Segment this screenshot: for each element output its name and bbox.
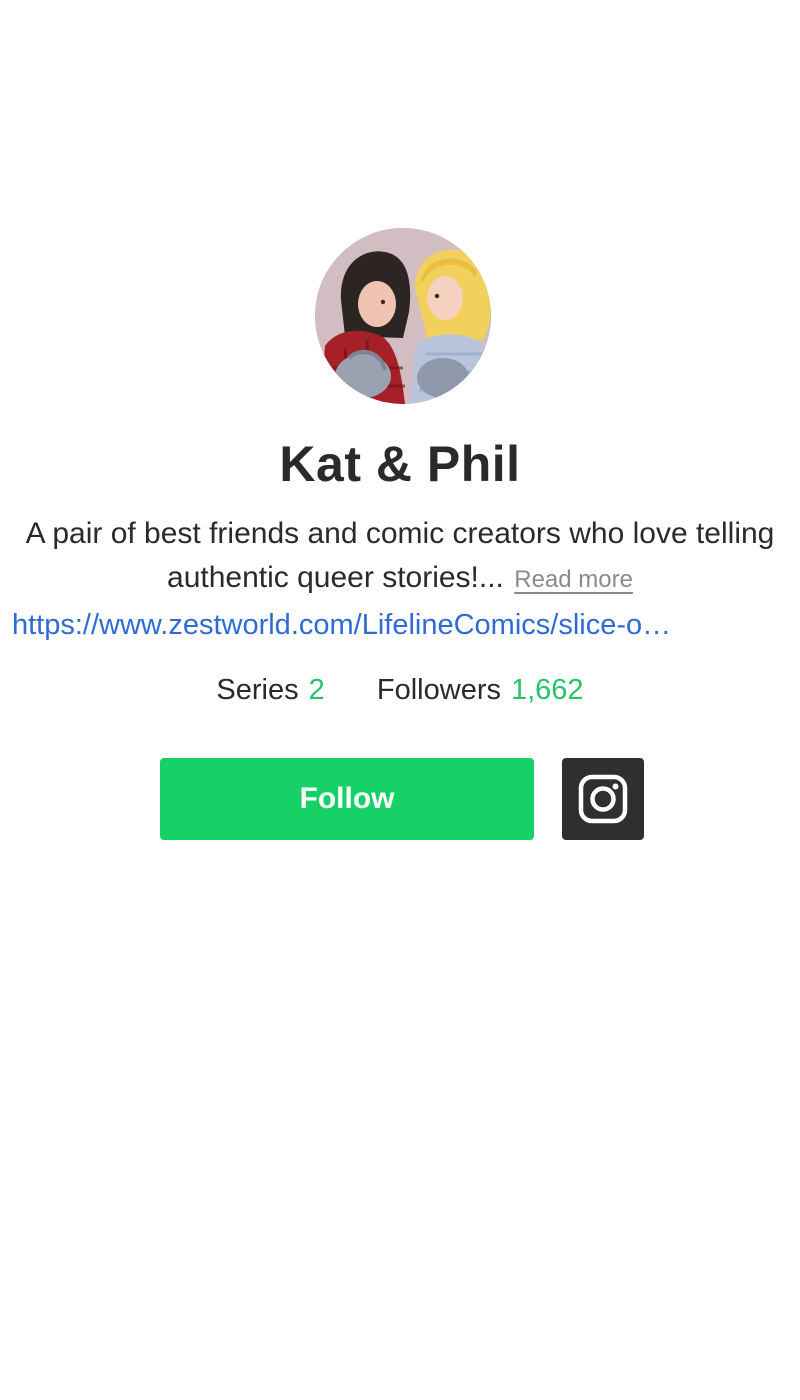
avatar-illustration — [315, 228, 491, 404]
series-count: 2 — [308, 674, 325, 706]
avatar[interactable] — [315, 228, 491, 404]
profile-stats: Series 2 Followers 1,662 — [0, 668, 800, 712]
instagram-icon — [578, 774, 628, 824]
follow-button[interactable]: Follow — [160, 758, 534, 840]
creator-profile: Kat & Phil A pair of best friends and co… — [0, 0, 800, 1400]
instagram-button[interactable] — [562, 758, 644, 840]
profile-link[interactable]: https://www.zestworld.com/LifelineComics… — [12, 603, 788, 647]
series-label: Series — [216, 674, 299, 706]
bio-text: A pair of best friends and comic creator… — [25, 517, 775, 594]
followers-stat: Followers 1,662 — [377, 674, 584, 706]
series-stat: Series 2 — [216, 674, 332, 706]
followers-label: Followers — [376, 674, 501, 706]
profile-name: Kat & Phil — [279, 436, 521, 492]
profile-bio: A pair of best friends and comic creator… — [20, 512, 780, 602]
read-more-link[interactable]: Read more — [514, 566, 633, 593]
followers-count: 1,662 — [510, 674, 584, 706]
